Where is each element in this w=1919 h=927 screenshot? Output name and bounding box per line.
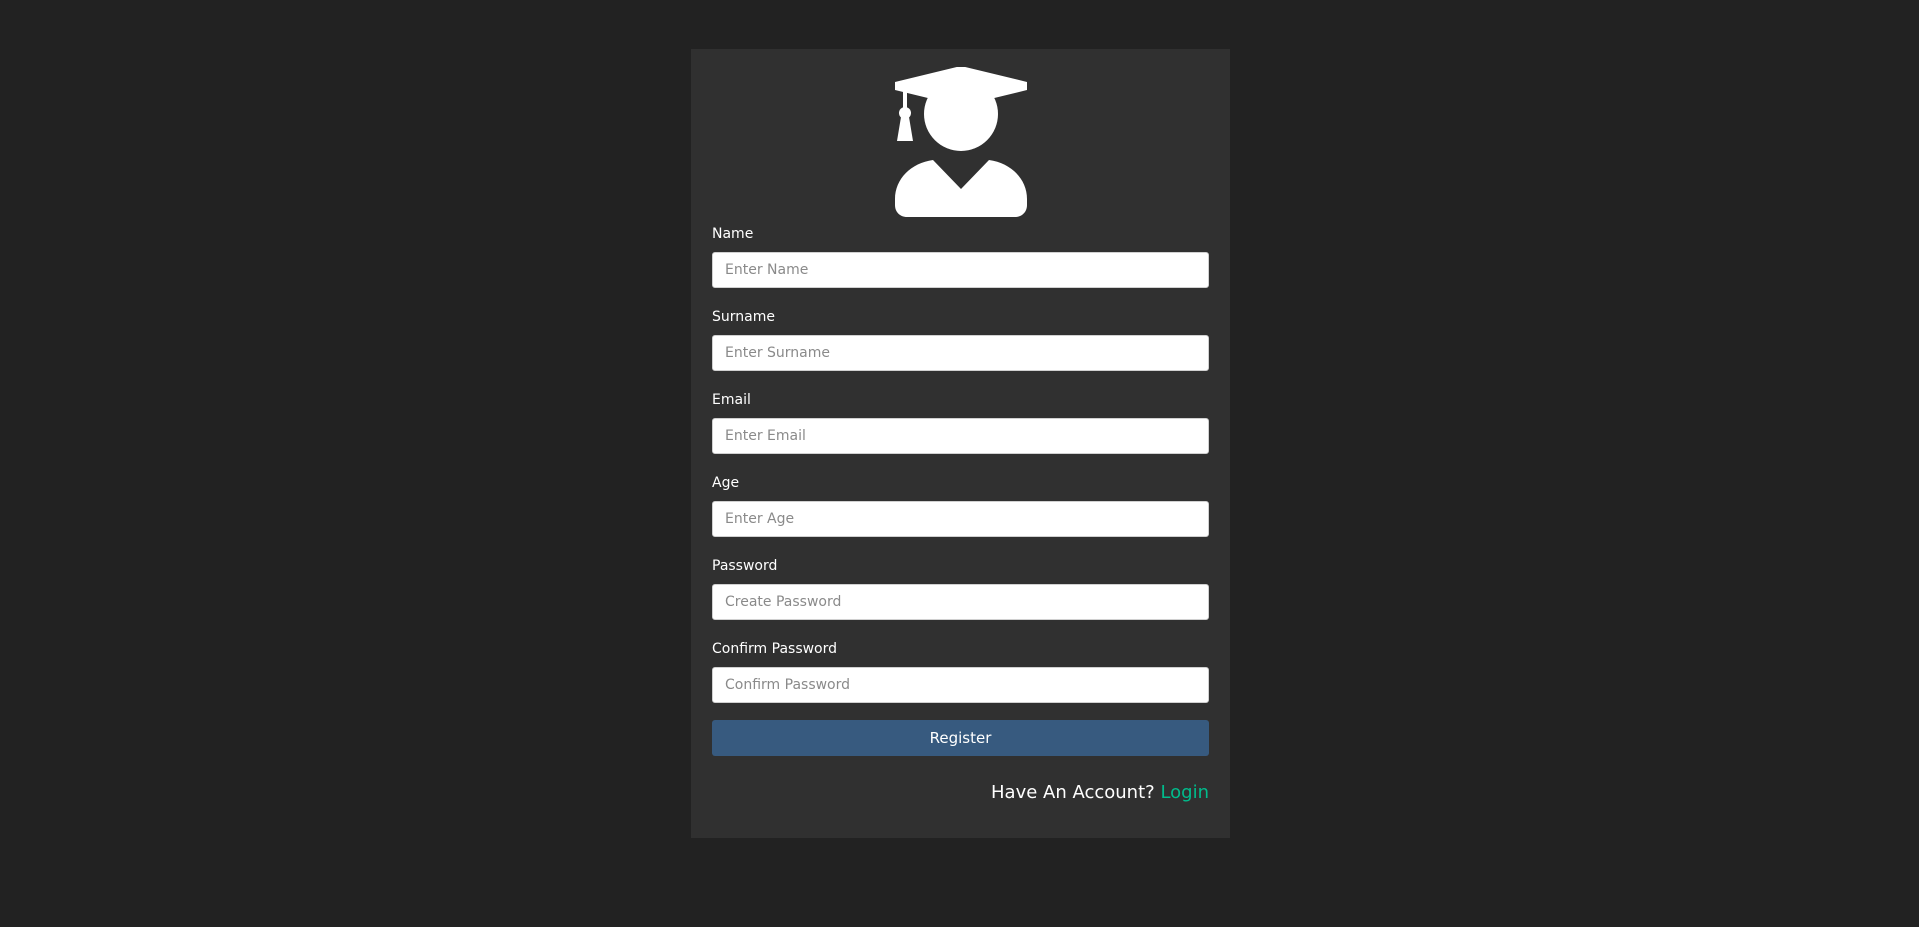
age-label: Age [712,475,740,491]
age-group: Age [712,474,1209,537]
password-label: Password [712,558,778,574]
have-account-text: Have An Account? [991,782,1155,803]
email-input[interactable] [712,418,1209,454]
password-group: Password [712,557,1209,620]
surname-label: Surname [712,309,775,325]
register-button[interactable]: Register [712,720,1209,756]
email-group: Email [712,391,1209,454]
name-input[interactable] [712,252,1209,288]
register-form: Name Surname Email Age Password Confirm … [712,225,1209,756]
name-group: Name [712,225,1209,288]
register-card: Name Surname Email Age Password Confirm … [691,49,1230,838]
name-label: Name [712,226,754,242]
login-prompt: Have An Account? Login [712,782,1209,803]
age-input[interactable] [712,501,1209,537]
confirm-password-label: Confirm Password [712,641,838,657]
login-link[interactable]: Login [1160,782,1209,803]
confirm-password-group: Confirm Password [712,640,1209,703]
surname-input[interactable] [712,335,1209,371]
surname-group: Surname [712,308,1209,371]
email-label: Email [712,392,751,408]
confirm-password-input[interactable] [712,667,1209,703]
graduate-user-icon [894,67,1027,217]
logo [712,49,1209,225]
password-input[interactable] [712,584,1209,620]
